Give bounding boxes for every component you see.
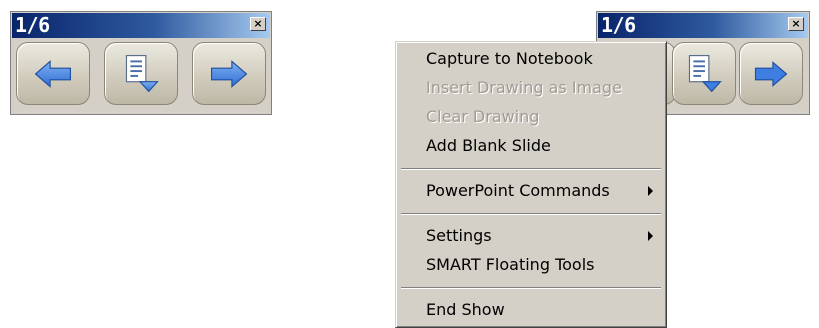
close-icon: × xyxy=(253,17,263,30)
context-menu: Capture to Notebook Insert Drawing as Im… xyxy=(395,41,667,328)
toolbar-titlebar[interactable]: 1/6 × xyxy=(598,13,808,38)
slide-down-icon xyxy=(688,55,722,93)
close-button[interactable]: × xyxy=(788,17,804,31)
menu-item-smart-floating-tools[interactable]: SMART Floating Tools xyxy=(399,252,663,278)
next-slide-button[interactable] xyxy=(739,42,803,105)
menu-item-label: Clear Drawing xyxy=(426,107,540,126)
menu-item-clear-drawing: Clear Drawing xyxy=(399,104,663,130)
menu-item-end-show[interactable]: End Show xyxy=(399,297,663,323)
toolbar-titlebar[interactable]: 1/6 × xyxy=(12,13,270,38)
slide-down-icon xyxy=(125,55,159,93)
next-slide-button[interactable] xyxy=(192,42,266,105)
menu-item-label: SMART Floating Tools xyxy=(426,255,595,274)
menu-item-settings[interactable]: Settings xyxy=(399,223,663,249)
close-button[interactable]: × xyxy=(250,17,266,31)
menu-separator xyxy=(401,213,661,215)
menu-item-capture-to-notebook[interactable]: Capture to Notebook xyxy=(399,46,663,72)
menu-item-add-blank-slide[interactable]: Add Blank Slide xyxy=(399,133,663,159)
menu-item-label: Insert Drawing as Image xyxy=(426,78,622,97)
menu-separator xyxy=(401,287,661,289)
menu-separator xyxy=(401,168,661,170)
menu-item-label: Settings xyxy=(426,226,492,245)
slide-menu-button[interactable] xyxy=(672,42,736,105)
slide-menu-button[interactable] xyxy=(104,42,178,105)
menu-item-label: Add Blank Slide xyxy=(426,136,551,155)
page-indicator: 1/6 xyxy=(15,13,50,37)
menu-item-label: Capture to Notebook xyxy=(426,49,593,68)
menu-item-powerpoint-commands[interactable]: PowerPoint Commands xyxy=(399,178,663,204)
slide-navigation-toolbar: 1/6 × xyxy=(10,11,272,115)
arrow-right-icon xyxy=(210,60,248,88)
arrow-right-icon xyxy=(754,61,788,87)
previous-slide-button[interactable] xyxy=(16,42,90,105)
submenu-arrow-icon xyxy=(648,231,653,241)
close-icon: × xyxy=(791,17,801,30)
menu-item-label: End Show xyxy=(426,300,505,319)
menu-item-insert-drawing-as-image: Insert Drawing as Image xyxy=(399,75,663,101)
arrow-left-icon xyxy=(34,60,72,88)
page-indicator: 1/6 xyxy=(601,13,636,37)
menu-item-label: PowerPoint Commands xyxy=(426,181,610,200)
submenu-arrow-icon xyxy=(648,186,653,196)
